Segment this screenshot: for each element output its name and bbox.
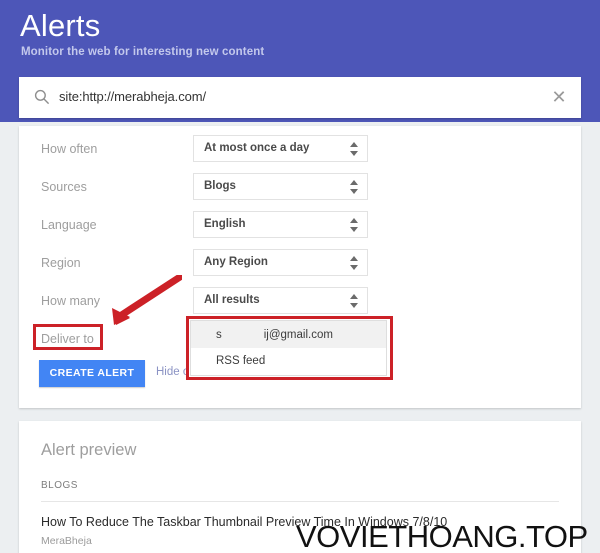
highlight-deliver-to [33, 324, 103, 350]
option-row-how-often: How often At most once a day [19, 132, 581, 170]
red-arrow-icon [100, 273, 184, 330]
option-label: How often [41, 142, 98, 156]
page-root: Alerts Monitor the web for interesting n… [0, 0, 600, 553]
divider [41, 501, 559, 502]
watermark: VOVIETHOANG.TOP [296, 519, 588, 553]
region-select[interactable]: Any Region [193, 249, 368, 276]
language-select[interactable]: English [193, 211, 368, 238]
create-alert-button[interactable]: CREATE ALERT [39, 360, 145, 387]
how-many-select[interactable]: All results [193, 287, 368, 314]
search-input-value[interactable]: site:http://merabheja.com/ [59, 89, 206, 104]
chevron-updown-icon [350, 140, 359, 158]
scroll-gutter[interactable] [594, 122, 600, 553]
option-label: How many [41, 294, 101, 308]
chevron-updown-icon [350, 254, 359, 272]
page-title: Alerts [20, 8, 101, 43]
preview-section-label: BLOGS [41, 480, 78, 491]
chevron-updown-icon [350, 216, 359, 234]
select-value: All results [204, 294, 260, 306]
preview-result-source: MeraBheja [41, 535, 92, 547]
select-value: Any Region [204, 256, 268, 268]
chevron-updown-icon [350, 178, 359, 196]
app-header: Alerts Monitor the web for interesting n… [0, 0, 600, 122]
sources-select[interactable]: Blogs [193, 173, 368, 200]
search-icon [34, 89, 50, 105]
how-often-select[interactable]: At most once a day [193, 135, 368, 162]
page-subtitle: Monitor the web for interesting new cont… [21, 46, 265, 58]
option-label: Language [41, 218, 97, 232]
select-value: Blogs [204, 180, 236, 192]
option-row-language: Language English [19, 208, 581, 246]
highlight-deliver-list [186, 316, 393, 380]
option-label: Region [41, 256, 81, 270]
search-bar[interactable]: site:http://merabheja.com/ ✕ [19, 77, 581, 118]
option-label: Sources [41, 180, 87, 194]
select-value: At most once a day [204, 142, 310, 154]
option-row-sources: Sources Blogs [19, 170, 581, 208]
chevron-updown-icon [350, 292, 359, 310]
hide-options-link[interactable]: Hide o [156, 366, 189, 378]
preview-title: Alert preview [41, 441, 137, 459]
select-value: English [204, 218, 246, 230]
close-icon[interactable]: ✕ [549, 87, 569, 107]
